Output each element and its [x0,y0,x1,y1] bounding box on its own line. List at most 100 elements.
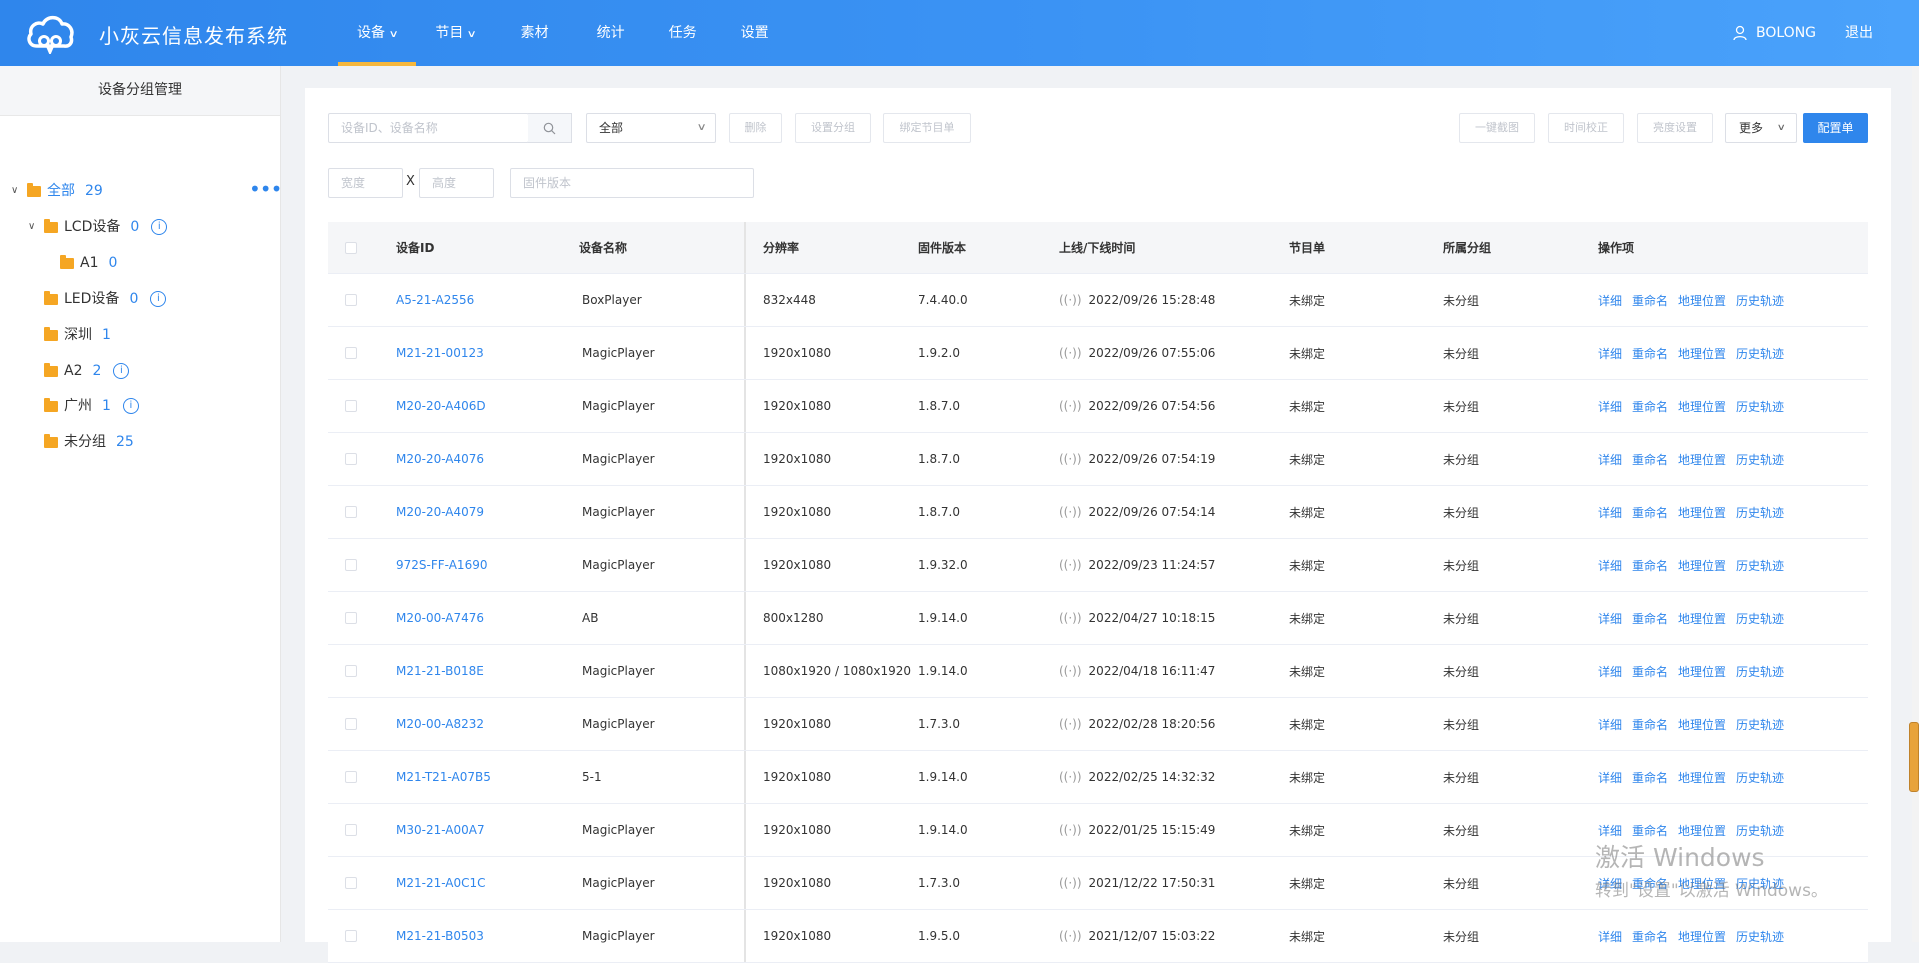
header-device-id[interactable]: 设备ID [396,222,434,273]
device-id-link[interactable]: A5-21-A2556 [396,274,474,326]
row-op-2[interactable]: 地理位置 [1678,557,1726,574]
tree-item-lcd[interactable]: ∨ LCD设备 0 i [28,216,168,238]
header-firmware[interactable]: 固件版本 [918,222,966,273]
row-op-1[interactable]: 重命名 [1632,398,1668,415]
row-op-2[interactable]: 地理位置 [1678,345,1726,362]
row-op-0[interactable]: 详细 [1598,504,1622,521]
device-id-link[interactable]: M20-20-A4079 [396,486,484,538]
row-op-1[interactable]: 重命名 [1632,716,1668,733]
tree-item-guangzhou[interactable]: 广州 1 i [44,395,139,417]
row-op-2[interactable]: 地理位置 [1678,716,1726,733]
nav-task[interactable]: 任务 [647,0,719,66]
device-id-link[interactable]: M20-20-A4076 [396,433,484,485]
firmware-field[interactable] [510,168,754,198]
header-program[interactable]: 节目单 [1289,222,1325,273]
row-checkbox[interactable] [345,930,357,942]
info-icon[interactable]: i [150,291,167,307]
device-id-link[interactable]: M21-21-B018E [396,645,484,697]
row-op-0[interactable]: 详细 [1598,292,1622,309]
row-op-3[interactable]: 历史轨迹 [1736,504,1784,521]
height-field[interactable] [419,168,494,198]
device-id-link[interactable]: M21-21-00123 [396,327,484,379]
screenshot-button[interactable]: 一键截图 [1459,113,1535,143]
row-op-3[interactable]: 历史轨迹 [1736,769,1784,786]
user-menu[interactable]: BOLONG [1733,0,1816,66]
logout-button[interactable]: 退出 [1845,0,1873,66]
row-op-3[interactable]: 历史轨迹 [1736,557,1784,574]
header-device-name[interactable]: 设备名称 [579,222,627,273]
row-op-0[interactable]: 详细 [1598,557,1622,574]
chevron-down-icon[interactable]: ∨ [11,180,21,202]
row-op-2[interactable]: 地理位置 [1678,292,1726,309]
select-all-checkbox[interactable] [345,241,357,254]
nav-program[interactable]: 节目 ∨ [416,0,494,66]
row-op-2[interactable]: 地理位置 [1678,769,1726,786]
row-op-0[interactable]: 详细 [1598,769,1622,786]
row-checkbox[interactable] [345,665,357,677]
row-op-3[interactable]: 历史轨迹 [1736,716,1784,733]
row-checkbox[interactable] [345,612,357,624]
firmware-input[interactable] [523,176,753,190]
row-op-3[interactable]: 历史轨迹 [1736,822,1784,839]
row-checkbox[interactable] [345,559,357,571]
nav-settings[interactable]: 设置 [719,0,791,66]
row-op-0[interactable]: 详细 [1598,398,1622,415]
chevron-down-icon[interactable]: ∨ [28,216,38,238]
row-op-2[interactable]: 地理位置 [1678,504,1726,521]
more-dropdown[interactable]: 更多 ∨ [1725,113,1797,143]
row-op-1[interactable]: 重命名 [1632,451,1668,468]
scrollbar-thumb[interactable] [1909,722,1919,792]
row-op-0[interactable]: 详细 [1598,345,1622,362]
device-id-link[interactable]: M20-00-A7476 [396,592,484,644]
row-op-0[interactable]: 详细 [1598,610,1622,627]
device-id-link[interactable]: M20-20-A406D [396,380,486,432]
nav-material[interactable]: 素材 [495,0,575,66]
width-field[interactable] [328,168,403,198]
row-checkbox[interactable] [345,718,357,730]
row-op-1[interactable]: 重命名 [1632,504,1668,521]
row-op-0[interactable]: 详细 [1598,451,1622,468]
row-checkbox[interactable] [345,400,357,412]
device-id-link[interactable]: M21-21-A0C1C [396,857,486,909]
row-op-1[interactable]: 重命名 [1632,292,1668,309]
tree-item-shenzhen[interactable]: 深圳 1 [44,324,111,346]
row-op-3[interactable]: 历史轨迹 [1736,610,1784,627]
tree-item-all[interactable]: ∨ 全部 29 [11,180,103,202]
row-op-1[interactable]: 重命名 [1632,345,1668,362]
column-divider[interactable] [744,222,746,273]
row-op-2[interactable]: 地理位置 [1678,822,1726,839]
info-icon[interactable]: i [122,398,139,414]
search-field[interactable] [328,113,529,143]
cloud-logo-icon[interactable] [25,12,75,54]
tree-item-ungrouped[interactable]: 未分组 25 [44,431,134,453]
row-op-3[interactable]: 历史轨迹 [1736,292,1784,309]
header-online-time[interactable]: 上线/下线时间 [1059,222,1135,273]
bind-program-button[interactable]: 绑定节目单 [883,113,971,143]
row-op-1[interactable]: 重命名 [1632,769,1668,786]
row-op-3[interactable]: 历史轨迹 [1736,345,1784,362]
set-group-button[interactable]: 设置分组 [795,113,871,143]
config-button[interactable]: 配置单 [1803,113,1868,143]
row-checkbox[interactable] [345,824,357,836]
device-id-link[interactable]: M20-00-A8232 [396,698,484,750]
row-op-3[interactable]: 历史轨迹 [1736,451,1784,468]
row-op-1[interactable]: 重命名 [1632,663,1668,680]
header-resolution[interactable]: 分辨率 [763,222,799,273]
tree-item-a2[interactable]: A2 2 i [44,360,130,382]
device-id-link[interactable]: 972S-FF-A1690 [396,539,487,591]
row-op-1[interactable]: 重命名 [1632,610,1668,627]
row-op-2[interactable]: 地理位置 [1678,451,1726,468]
row-op-2[interactable]: 地理位置 [1678,663,1726,680]
row-checkbox[interactable] [345,877,357,889]
row-op-3[interactable]: 历史轨迹 [1736,398,1784,415]
row-op-2[interactable]: 地理位置 [1678,610,1726,627]
delete-button[interactable]: 删除 [729,113,782,143]
row-op-0[interactable]: 详细 [1598,822,1622,839]
row-op-0[interactable]: 详细 [1598,663,1622,680]
row-checkbox[interactable] [345,506,357,518]
row-op-2[interactable]: 地理位置 [1678,398,1726,415]
row-checkbox[interactable] [345,347,357,359]
device-id-link[interactable]: M21-21-B0503 [396,910,484,962]
width-input[interactable] [341,176,402,190]
device-id-link[interactable]: M21-T21-A07B5 [396,751,491,803]
